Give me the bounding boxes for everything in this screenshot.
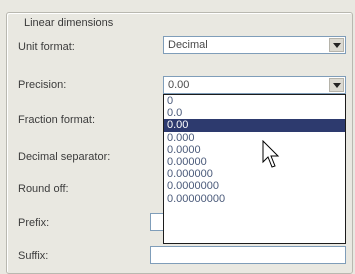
precision-option[interactable]: 0	[164, 95, 345, 107]
prefix-label: Prefix:	[18, 217, 50, 229]
precision-option[interactable]: 0.00000	[164, 156, 345, 168]
precision-combo[interactable]: 0.00	[163, 76, 346, 94]
unit-format-combo[interactable]: Decimal	[163, 36, 346, 54]
group-title: Linear dimensions	[21, 17, 117, 29]
precision-option[interactable]: 0.00	[164, 119, 345, 132]
suffix-input[interactable]	[150, 246, 346, 264]
precision-dropdown-list[interactable]: 0 0.0 0.00 0.000 0.0000 0.00000 0.000000 0.0000…	[163, 94, 346, 244]
chevron-down-icon[interactable]	[329, 38, 344, 52]
precision-option[interactable]: 0.00000000	[164, 193, 345, 205]
precision-option[interactable]: 0.0	[164, 107, 345, 119]
precision-value: 0.00	[168, 79, 190, 91]
mouse-pointer-icon	[262, 140, 280, 168]
unit-format-label: Unit format:	[18, 41, 75, 53]
unit-format-value: Decimal	[168, 39, 208, 51]
precision-option[interactable]: 0.000	[164, 132, 345, 144]
precision-option[interactable]: 0.0000000	[164, 180, 345, 192]
precision-option[interactable]: 0.000000	[164, 168, 345, 180]
round-off-label: Round off:	[18, 183, 69, 195]
fraction-format-label: Fraction format:	[18, 114, 96, 126]
precision-label: Precision:	[18, 79, 67, 91]
chevron-down-icon[interactable]	[329, 78, 344, 92]
suffix-label: Suffix:	[18, 250, 49, 262]
decimal-separator-label: Decimal separator:	[18, 151, 111, 163]
precision-option[interactable]: 0.0000	[164, 144, 345, 156]
